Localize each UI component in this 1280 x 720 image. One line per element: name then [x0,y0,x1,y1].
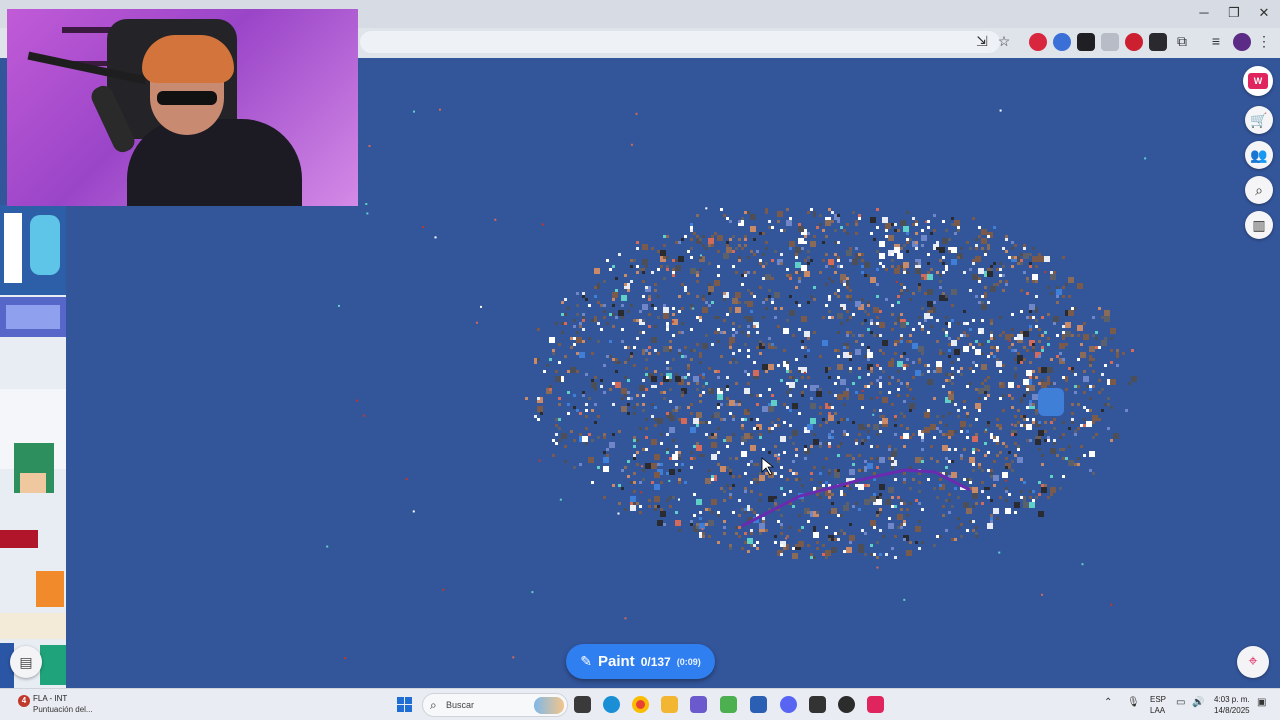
address-bar[interactable] [360,31,1000,53]
streamer-hair [142,35,234,83]
tiktok-icon[interactable] [867,696,884,713]
leaderboard-button[interactable]: ▥ [1245,211,1273,239]
profile-avatar[interactable] [1233,33,1251,51]
copilot-icon[interactable] [690,696,707,713]
terminal-icon[interactable] [809,696,826,713]
close-button[interactable]: ✕ [1254,4,1274,22]
paint-timer: (0:09) [676,656,701,667]
discord-icon[interactable] [780,696,797,713]
extension-gray-icon[interactable] [1101,33,1119,51]
store-button[interactable]: 🛒 [1245,106,1273,134]
edge-icon[interactable] [603,696,620,713]
brush-icon: ✎ [580,653,592,669]
file-explorer-icon[interactable] [661,696,678,713]
streamer-body [127,119,302,206]
brand-logo-button[interactable]: W [1243,66,1273,96]
menu-kebab-icon[interactable]: ⋮ [1254,31,1274,51]
search-highlight-image [534,697,564,714]
store-icon: 🛒 [1250,111,1268,128]
chrome-icon[interactable] [632,696,649,713]
notification-bell-icon[interactable]: ▣ [1257,697,1266,708]
paint-button[interactable]: ✎ Paint 0/137 (0:09) [566,644,715,679]
minimize-button[interactable]: ─ [1194,4,1214,22]
search-location-button[interactable]: ⌕ [1245,176,1273,204]
install-app-icon[interactable]: ⇲ [972,31,992,51]
task-view-icon[interactable] [574,696,591,713]
neighbour-art-strip [0,205,66,688]
clock-time[interactable]: 4:03 p. m. [1214,695,1250,704]
extension-opera-icon[interactable] [1125,33,1143,51]
extension-dark-icon[interactable] [1077,33,1095,51]
start-button[interactable] [397,697,412,712]
reading-list-icon[interactable]: ≡ [1206,31,1226,51]
store-app-icon[interactable] [750,696,767,713]
sunglasses [157,91,217,105]
taskbar-search[interactable]: ⌕ Buscar [422,693,568,717]
alliance-icon: 👥 [1250,146,1268,163]
notification-title[interactable]: FLA - INT [33,694,67,703]
clock-date[interactable]: 14/8/2025 [1214,706,1250,715]
keyboard-layout-indicator[interactable]: LAA [1150,706,1165,715]
windows-taskbar: 4 FLA - INT Puntuación del... ⌕ Buscar ⌃… [0,688,1280,720]
obs-icon[interactable] [838,696,855,713]
paint-charges: 0/137 [640,654,671,669]
search-location-icon: ⌕ [1255,181,1263,198]
notification-subtitle[interactable]: Puntuación del... [33,705,93,714]
crosshair-icon: ⌖ [1248,653,1258,670]
language-indicator[interactable]: ESP [1150,695,1166,704]
search-placeholder: Buscar [446,700,475,710]
microphone-icon[interactable]: 🎙 [1127,697,1140,708]
brand-logo-icon: W [1248,73,1268,89]
extension-box-icon[interactable] [1149,33,1167,51]
volume-icon[interactable]: 🔊 [1192,697,1204,708]
layers-icon: ▤ [19,653,33,670]
search-icon: ⌕ [430,698,437,712]
map-layer-button[interactable]: ▤ [10,646,42,678]
webcam-overlay [7,9,358,206]
alliance-button[interactable]: 👥 [1245,141,1273,169]
extension-blue-icon[interactable] [1053,33,1071,51]
extensions-puzzle-icon[interactable]: ⧉ [1172,31,1192,51]
restore-button[interactable]: ❐ [1224,4,1244,22]
minecraft-icon[interactable] [720,696,737,713]
extension-red-icon[interactable] [1029,33,1047,51]
my-location-button[interactable]: ⌖ [1237,646,1269,678]
show-hidden-icons-chevron-icon[interactable]: ⌃ [1104,697,1112,708]
notification-count-badge[interactable]: 4 [18,695,30,707]
network-icon[interactable]: ▭ [1176,697,1185,708]
paint-label: Paint [598,653,635,670]
bookmark-star-icon[interactable]: ☆ [994,31,1014,51]
leaderboard-icon: ▥ [1252,216,1266,233]
